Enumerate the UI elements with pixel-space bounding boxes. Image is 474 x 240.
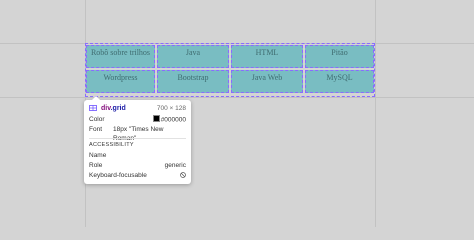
role-value: generic [164, 162, 186, 169]
grid-cell[interactable]: Pitão [305, 45, 374, 68]
element-class: .grid [110, 105, 126, 112]
accessibility-heading-row: ACCESSIBILITY [89, 140, 186, 149]
name-row: Name [89, 151, 186, 160]
grid-cell[interactable]: Wordpress [86, 70, 155, 93]
inspect-tooltip: div.grid 700 × 128 Color #000000 Font 18… [84, 96, 191, 184]
color-value: #000000 [160, 116, 186, 124]
guide-line-right [375, 0, 376, 227]
focusable-label: Keyboard-focusable [89, 172, 147, 179]
grid-layout-icon [89, 105, 97, 111]
color-swatch [152, 115, 160, 122]
grid-cell[interactable]: Java Web [231, 70, 303, 93]
role-row: Role generic [89, 161, 186, 170]
name-label: Name [89, 152, 107, 159]
element-selector: div.grid [101, 104, 126, 113]
not-allowed-icon [180, 171, 186, 178]
tooltip-header: div.grid 700 × 128 [89, 104, 186, 113]
grid-cell[interactable]: Robô sobre trilhos [86, 45, 155, 68]
grid-cell[interactable]: Bootstrap [157, 70, 229, 93]
font-label: Font [89, 126, 103, 133]
element-tag: div [101, 105, 111, 112]
role-label: Role [89, 162, 103, 169]
tooltip-divider [89, 138, 186, 139]
element-size: 700 × 128 [156, 105, 186, 112]
guide-line-bottom [0, 97, 474, 98]
focusable-row: Keyboard-focusable [89, 171, 186, 180]
color-label: Color [89, 116, 105, 123]
grid-cell[interactable]: Java [157, 45, 229, 68]
grid-cell[interactable]: HTML [231, 45, 303, 68]
tooltip-arrow [92, 96, 100, 100]
grid-cell[interactable]: MySQL [305, 70, 374, 93]
accessibility-heading: ACCESSIBILITY [89, 142, 134, 148]
font-row: Font 18px "Times New Roman" [89, 125, 186, 142]
color-row: Color #000000 [89, 115, 186, 124]
